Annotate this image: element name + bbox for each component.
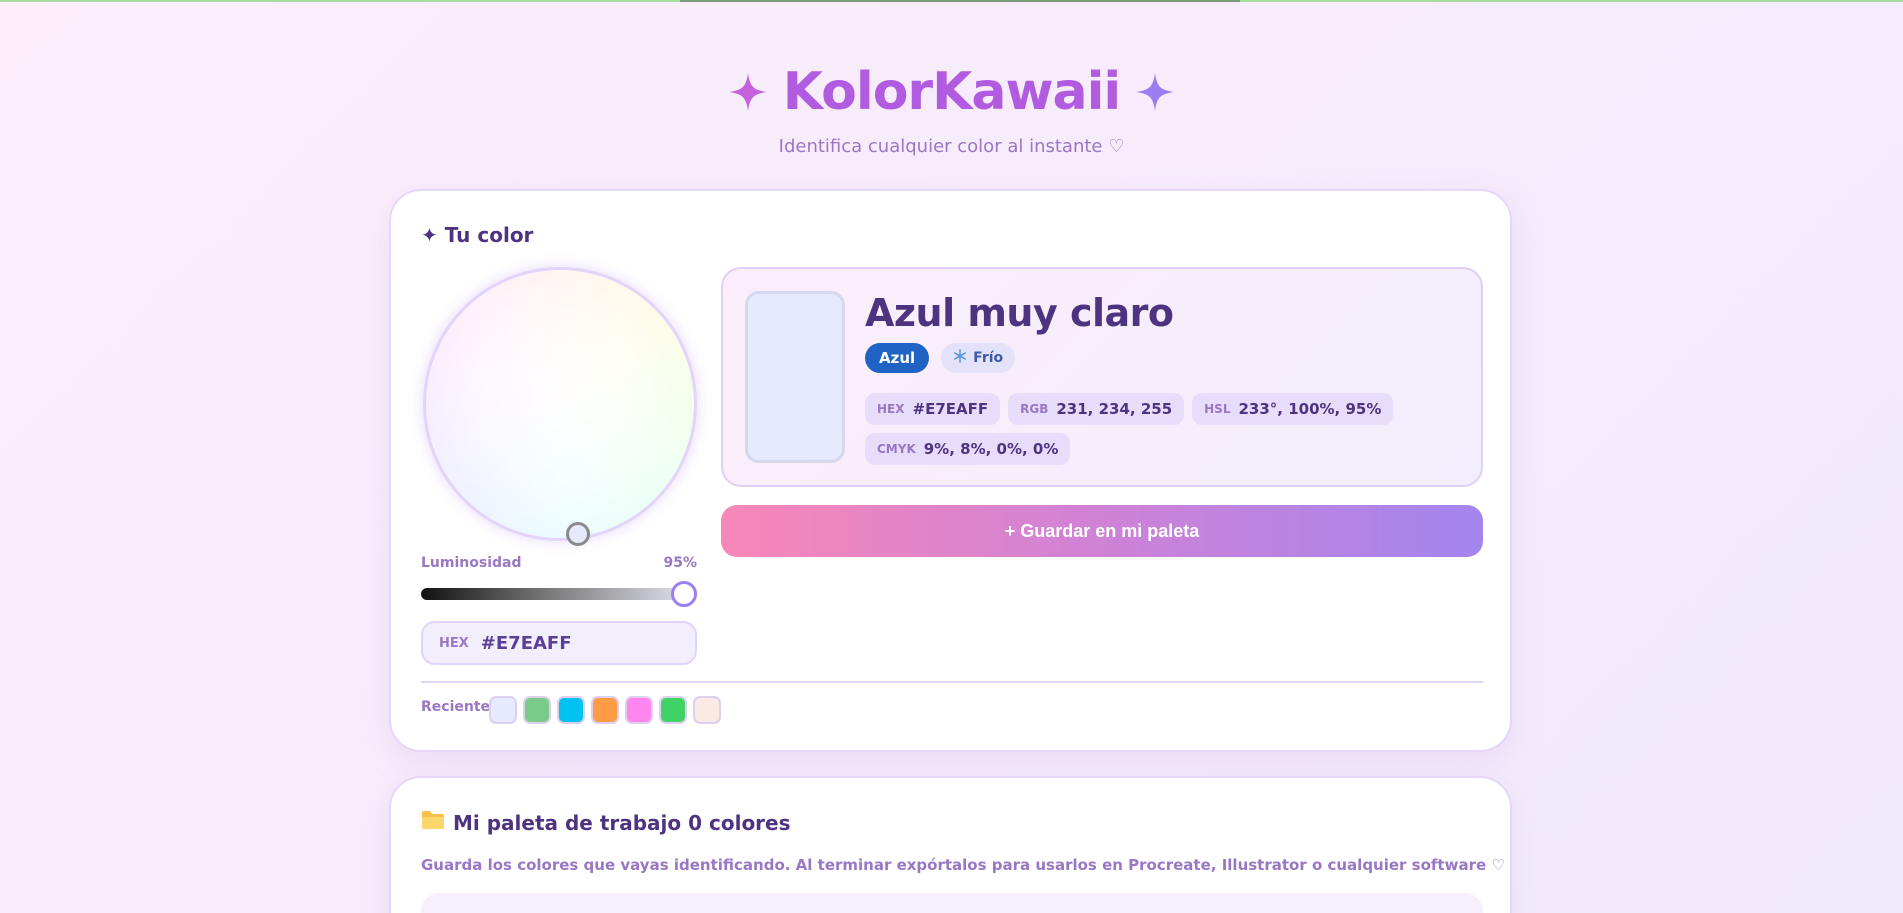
recent-color-swatch[interactable] [557,696,585,724]
recent-color-swatch[interactable] [625,696,653,724]
palette-title: Mi paleta de trabajo 0 colores [453,810,791,835]
sparkle-icon [1134,71,1176,113]
palette-description: Guarda los colores que vayas identifican… [421,856,1505,874]
color-info-panel: Azul muy claro Azul Frío HEX #E7EAFF RGB… [721,267,1483,487]
color-values-list: HEX #E7EAFF RGB 231, 234, 255 HSL 233°, … [865,393,1465,465]
app-title-text: KolorKawaii [782,62,1121,122]
chip-value: 231, 234, 255 [1056,400,1173,418]
luminosity-label: Luminosidad [421,555,522,571]
section-title-tu-color: ✦ Tu color [421,223,534,247]
color-value-chip-hsl[interactable]: HSL 233°, 100%, 95% [1192,393,1394,425]
recent-color-swatch[interactable] [693,696,721,724]
luminosity-slider[interactable] [421,588,697,600]
hex-input-label: HEX [439,635,469,651]
chip-label: CMYK [877,442,916,456]
color-wheel-handle[interactable] [566,522,590,546]
color-value-chip-hex[interactable]: HEX #E7EAFF [865,393,1001,425]
luminosity-slider-thumb[interactable] [671,581,697,607]
color-value-chip-cmyk[interactable]: CMYK 9%, 8%, 0%, 0% [865,433,1071,465]
palette-card: Mi paleta de trabajo 0 colores Guarda lo… [389,776,1512,913]
chip-label: HEX [877,402,905,416]
recent-color-swatch[interactable] [591,696,619,724]
save-to-palette-button[interactable]: + Guardar en mi paleta [721,505,1483,557]
snowflake-icon [953,349,967,367]
recent-color-swatch[interactable] [489,696,517,724]
color-temperature-tag: Frío [941,343,1016,373]
app-subtitle: Identifica cualquier color al instante ♡ [778,136,1125,157]
recent-colors-list [489,696,721,724]
chip-label: HSL [1204,402,1231,416]
luminosity-value: 95% [663,555,697,571]
chip-value: #E7EAFF [912,400,989,418]
color-family-tag: Azul [865,343,930,373]
recent-colors-label: Recientes [421,699,499,715]
luminosity-label-row: Luminosidad 95% [421,555,697,571]
palette-empty-area [421,893,1483,913]
color-name: Azul muy claro [865,291,1174,335]
chip-value: 9%, 8%, 0%, 0% [923,440,1059,458]
color-temperature-label: Frío [973,350,1004,366]
chip-label: RGB [1020,402,1049,416]
chip-value: 233°, 100%, 95% [1238,400,1382,418]
folder-icon [421,810,445,835]
app-header: KolorKawaii Identifica cualquier color a… [0,62,1903,157]
hex-input[interactable]: HEX #E7EAFF [421,621,697,665]
color-tags: Azul Frío [865,343,1016,373]
palette-section-title: Mi paleta de trabajo 0 colores [421,810,791,835]
color-picker-card: ✦ Tu color Luminosidad 95% HEX #E7EAFF A… [389,189,1512,752]
recent-color-swatch[interactable] [523,696,551,724]
color-value-chip-rgb[interactable]: RGB 231, 234, 255 [1008,393,1185,425]
recent-color-swatch[interactable] [659,696,687,724]
sparkle-icon [727,71,769,113]
browser-loading-bar [680,0,1240,2]
app-title: KolorKawaii [727,62,1176,122]
hex-input-value[interactable]: #E7EAFF [481,633,572,654]
color-wheel[interactable] [423,267,697,541]
divider [421,681,1483,683]
color-swatch-preview [745,291,845,463]
